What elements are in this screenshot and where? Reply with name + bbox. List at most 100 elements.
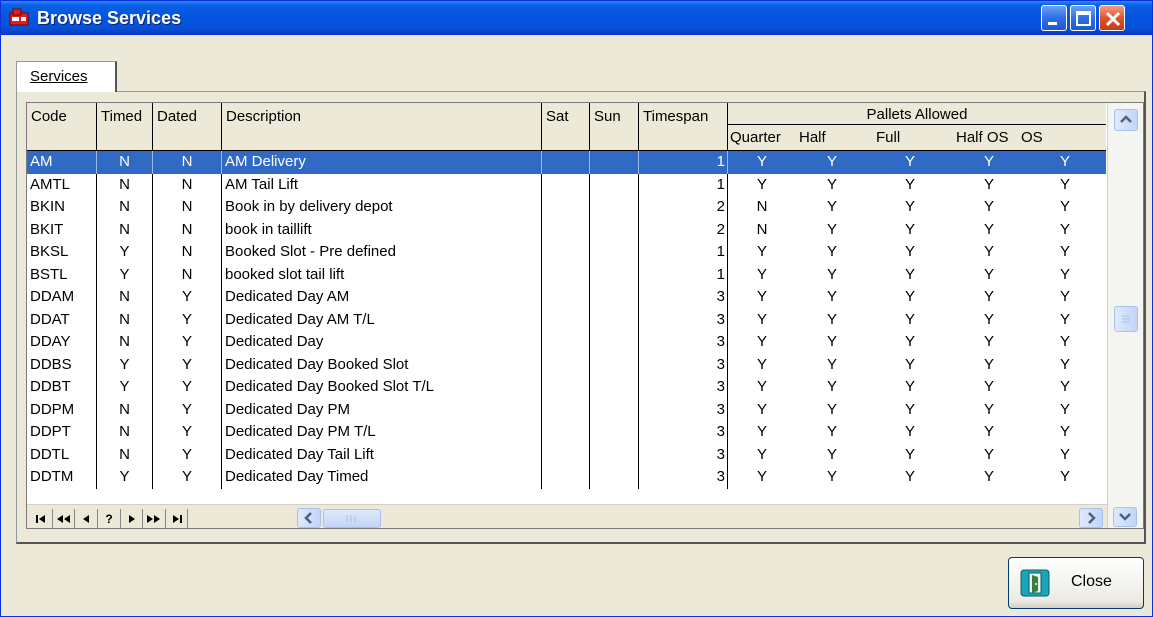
cell-pallet-half[interactable]: Y bbox=[818, 331, 846, 354]
cell-pallet-os[interactable]: Y bbox=[1051, 241, 1079, 264]
cell-description[interactable]: Dedicated Day Booked Slot T/L bbox=[222, 376, 542, 399]
cell-pallet-quarter[interactable]: Y bbox=[748, 331, 776, 354]
cell-pallet-full[interactable]: Y bbox=[896, 466, 924, 489]
cell-timespan[interactable]: 3 bbox=[639, 398, 728, 421]
cell-dated[interactable]: N bbox=[153, 196, 222, 219]
cell-pallet-full[interactable]: Y bbox=[896, 174, 924, 197]
cell-sat[interactable] bbox=[542, 218, 590, 241]
cell-pallet-full[interactable]: Y bbox=[896, 399, 924, 422]
cell-timespan[interactable]: 3 bbox=[639, 466, 728, 489]
cell-sun[interactable] bbox=[590, 466, 639, 489]
cell-pallet-half-os[interactable]: Y bbox=[975, 354, 1003, 377]
cell-sun[interactable] bbox=[590, 151, 639, 174]
cell-sat[interactable] bbox=[542, 286, 590, 309]
cell-pallet-half[interactable]: Y bbox=[818, 399, 846, 422]
nav-prior-button[interactable] bbox=[75, 509, 98, 528]
cell-pallet-os[interactable]: Y bbox=[1051, 309, 1079, 332]
cell-timed[interactable]: N bbox=[97, 421, 153, 444]
cell-pallet-os[interactable]: Y bbox=[1051, 196, 1079, 219]
cell-dated[interactable]: Y bbox=[153, 286, 222, 309]
cell-dated[interactable]: N bbox=[153, 218, 222, 241]
cell-sun[interactable] bbox=[590, 421, 639, 444]
cell-description[interactable]: Dedicated Day AM T/L bbox=[222, 308, 542, 331]
table-row[interactable]: AMTL N N AM Tail Lift 1 Y Y Y Y Y bbox=[27, 173, 1106, 197]
cell-dated[interactable]: Y bbox=[153, 331, 222, 354]
cell-pallet-full[interactable]: Y bbox=[896, 286, 924, 309]
cell-dated[interactable]: Y bbox=[153, 466, 222, 489]
cell-pallet-half-os[interactable]: Y bbox=[975, 331, 1003, 354]
cell-pallet-half-os[interactable]: Y bbox=[975, 376, 1003, 399]
cell-pallet-half[interactable]: Y bbox=[818, 151, 846, 174]
table-row[interactable]: DDAM N Y Dedicated Day AM 3 Y Y Y Y Y bbox=[27, 286, 1106, 309]
cell-timespan[interactable]: 1 bbox=[639, 263, 728, 286]
cell-pallet-half-os[interactable]: Y bbox=[975, 241, 1003, 264]
cell-sat[interactable] bbox=[542, 466, 590, 489]
table-row[interactable]: DDTM Y Y Dedicated Day Timed 3 Y Y Y Y Y bbox=[27, 466, 1106, 489]
cell-timed[interactable]: N bbox=[97, 151, 153, 174]
cell-pallet-full[interactable]: Y bbox=[896, 309, 924, 332]
cell-pallet-full[interactable]: Y bbox=[896, 354, 924, 377]
cell-pallet-half[interactable]: Y bbox=[818, 174, 846, 197]
cell-pallet-os[interactable]: Y bbox=[1051, 151, 1079, 174]
cell-description[interactable]: Dedicated Day Timed bbox=[222, 466, 542, 489]
cell-pallet-full[interactable]: Y bbox=[896, 444, 924, 467]
cell-description[interactable]: Dedicated Day Booked Slot bbox=[222, 353, 542, 376]
services-grid[interactable]: Code Timed Dated Description Sat Sun Tim… bbox=[26, 102, 1144, 529]
cell-sat[interactable] bbox=[542, 196, 590, 219]
table-row[interactable]: BKIN N N Book in by delivery depot 2 N Y Y Y Y bbox=[27, 196, 1106, 219]
cell-description[interactable]: Booked Slot - Pre defined bbox=[222, 241, 542, 264]
cell-pallet-quarter[interactable]: Y bbox=[748, 174, 776, 197]
cell-description[interactable]: Dedicated Day PM T/L bbox=[222, 421, 542, 444]
nav-prior-page-button[interactable] bbox=[53, 509, 75, 528]
cell-timespan[interactable]: 1 bbox=[639, 151, 728, 174]
cell-sat[interactable] bbox=[542, 173, 590, 196]
cell-dated[interactable]: N bbox=[153, 263, 222, 286]
cell-pallet-full[interactable]: Y bbox=[896, 264, 924, 287]
cell-pallet-quarter[interactable]: Y bbox=[748, 421, 776, 444]
cell-description[interactable]: AM Delivery bbox=[222, 151, 542, 174]
cell-sun[interactable] bbox=[590, 376, 639, 399]
cell-timespan[interactable]: 3 bbox=[639, 353, 728, 376]
cell-pallet-quarter[interactable]: N bbox=[748, 196, 776, 219]
cell-sun[interactable] bbox=[590, 331, 639, 354]
cell-pallet-half[interactable]: Y bbox=[818, 354, 846, 377]
cell-code[interactable]: BKSL bbox=[27, 241, 97, 264]
cell-code[interactable]: AM bbox=[27, 151, 97, 174]
scroll-right-button[interactable] bbox=[1079, 508, 1103, 528]
cell-timespan[interactable]: 3 bbox=[639, 443, 728, 466]
cell-timed[interactable]: Y bbox=[97, 263, 153, 286]
scroll-down-button[interactable] bbox=[1113, 507, 1137, 527]
cell-pallet-full[interactable]: Y bbox=[896, 241, 924, 264]
maximize-button[interactable] bbox=[1070, 5, 1096, 31]
nav-search-button[interactable]: ? bbox=[98, 509, 121, 528]
tab-services[interactable]: Services bbox=[16, 61, 117, 92]
cell-dated[interactable]: Y bbox=[153, 421, 222, 444]
cell-sun[interactable] bbox=[590, 263, 639, 286]
cell-pallet-half[interactable]: Y bbox=[818, 421, 846, 444]
cell-pallet-quarter[interactable]: N bbox=[748, 219, 776, 242]
cell-description[interactable]: Dedicated Day AM bbox=[222, 286, 542, 309]
cell-code[interactable]: DDAT bbox=[27, 308, 97, 331]
cell-pallet-quarter[interactable]: Y bbox=[748, 309, 776, 332]
cell-pallet-half-os[interactable]: Y bbox=[975, 444, 1003, 467]
cell-description[interactable]: book in taillift bbox=[222, 218, 542, 241]
nav-next-button[interactable] bbox=[121, 509, 143, 528]
cell-timed[interactable]: Y bbox=[97, 241, 153, 264]
cell-description[interactable]: Dedicated Day PM bbox=[222, 398, 542, 421]
col-header-pallets-allowed[interactable]: Pallets Allowed bbox=[728, 103, 1106, 125]
cell-pallet-os[interactable]: Y bbox=[1051, 264, 1079, 287]
cell-code[interactable]: BKIN bbox=[27, 196, 97, 219]
cell-pallet-os[interactable]: Y bbox=[1051, 466, 1079, 489]
cell-pallet-full[interactable]: Y bbox=[896, 196, 924, 219]
cell-pallet-half-os[interactable]: Y bbox=[975, 399, 1003, 422]
cell-pallet-half-os[interactable]: Y bbox=[975, 151, 1003, 174]
cell-dated[interactable]: N bbox=[153, 173, 222, 196]
scroll-up-button[interactable] bbox=[1114, 109, 1138, 131]
cell-code[interactable]: DDPT bbox=[27, 421, 97, 444]
cell-pallet-half-os[interactable]: Y bbox=[975, 219, 1003, 242]
cell-sat[interactable] bbox=[542, 308, 590, 331]
cell-pallet-quarter[interactable]: Y bbox=[748, 376, 776, 399]
cell-sun[interactable] bbox=[590, 196, 639, 219]
col-header-timed[interactable]: Timed bbox=[97, 103, 153, 151]
cell-code[interactable]: BKIT bbox=[27, 218, 97, 241]
